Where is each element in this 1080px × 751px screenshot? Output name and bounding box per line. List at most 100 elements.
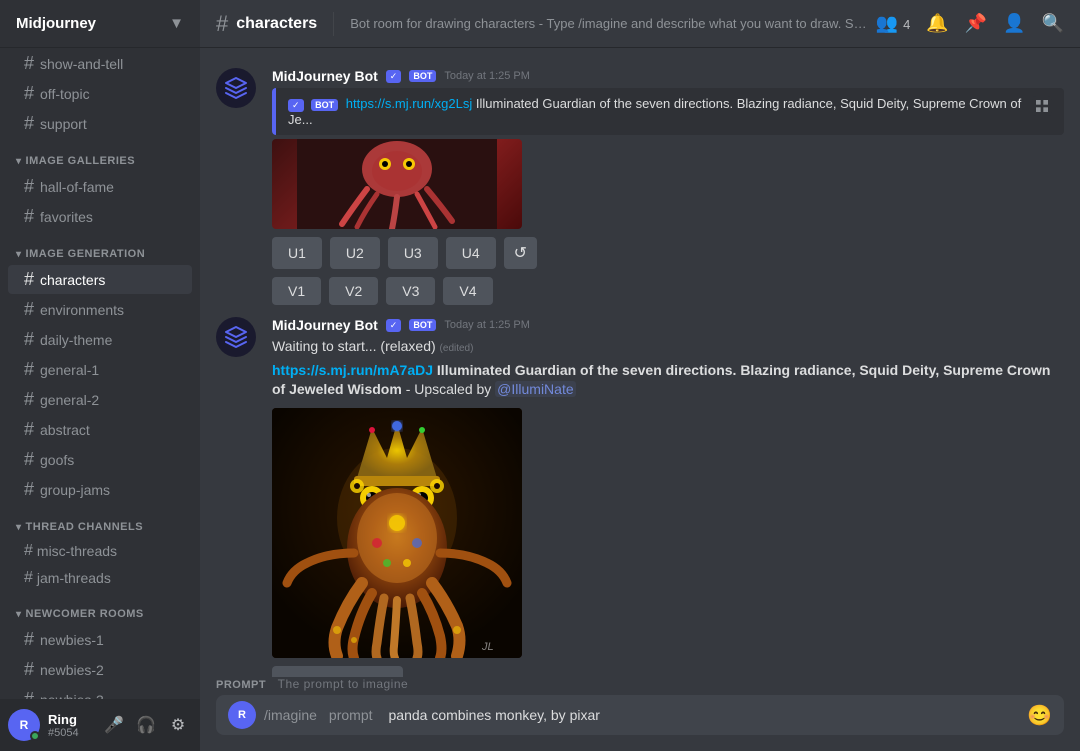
members-icon[interactable]: 👥 4 bbox=[876, 13, 911, 34]
prompt-field-label: prompt bbox=[329, 695, 373, 735]
sidebar-item-newbies-1[interactable]: # newbies-1 bbox=[8, 625, 192, 654]
upscale-mention: @IllumiNate bbox=[495, 381, 575, 397]
members-list-icon[interactable]: 👤 bbox=[1003, 13, 1025, 34]
channel-topic: Bot room for drawing characters - Type /… bbox=[350, 16, 867, 31]
user-area: R Ring #5054 🎤 🎧 ⚙ bbox=[0, 699, 200, 751]
bot-avatar-2 bbox=[216, 317, 256, 357]
sidebar-item-environments[interactable]: # environments bbox=[8, 295, 192, 324]
sidebar-item-off-topic[interactable]: # off-topic bbox=[8, 79, 192, 108]
channel-label: general-2 bbox=[40, 392, 99, 408]
search-icon[interactable]: 🔍 bbox=[1042, 13, 1064, 34]
sidebar-item-jam-threads[interactable]: # jam-threads bbox=[8, 565, 192, 591]
message-author-1[interactable]: MidJourney Bot bbox=[272, 68, 378, 84]
refresh-button[interactable]: ↺ bbox=[504, 237, 537, 269]
message-status-2: Waiting to start... (relaxed) (edited) bbox=[272, 337, 1064, 357]
bot-avatar-1 bbox=[216, 68, 256, 108]
settings-button[interactable]: ⚙ bbox=[164, 711, 192, 739]
channel-label: characters bbox=[40, 272, 105, 288]
server-chevron: ▼ bbox=[169, 15, 184, 32]
sidebar-item-group-jams[interactable]: # group-jams bbox=[8, 475, 192, 504]
section-thread-channels[interactable]: ▾ THREAD CHANNELS bbox=[0, 505, 200, 537]
message-input[interactable] bbox=[381, 695, 1020, 735]
sidebar-item-hall-of-fame[interactable]: # hall-of-fame bbox=[8, 172, 192, 201]
channel-label: favorites bbox=[40, 209, 93, 225]
channel-label: goofs bbox=[40, 452, 74, 468]
channel-header: # characters Bot room for drawing charac… bbox=[200, 0, 1080, 48]
message-content-1: MidJourney Bot ✓ BOT Today at 1:25 PM ✓ … bbox=[272, 68, 1064, 305]
message-input-area: prompt The prompt to imagine R /imagine … bbox=[200, 677, 1080, 751]
sidebar-item-general-2[interactable]: # general-2 bbox=[8, 385, 192, 414]
sidebar-item-support[interactable]: # support bbox=[8, 109, 192, 138]
sidebar-item-characters[interactable]: # characters bbox=[8, 265, 192, 294]
sidebar-item-newbies-3[interactable]: # newbies-3 bbox=[8, 685, 192, 699]
pin-icon[interactable]: 📌 bbox=[965, 13, 987, 34]
messages-container: MidJourney Bot ✓ BOT Today at 1:25 PM ✓ … bbox=[200, 48, 1080, 677]
sidebar-channels: # show-and-tell # off-topic # support ▾ … bbox=[0, 48, 200, 699]
sidebar-item-favorites[interactable]: # favorites bbox=[8, 202, 192, 231]
server-header[interactable]: Midjourney ▼ bbox=[0, 0, 200, 48]
u2-button[interactable]: U2 bbox=[330, 237, 380, 269]
upscaled-by: - Upscaled by bbox=[406, 381, 495, 397]
embed-url-1[interactable]: https://s.mj.run/xg2Lsj bbox=[346, 96, 472, 111]
v3-button[interactable]: V3 bbox=[386, 277, 435, 305]
hash-icon: # bbox=[24, 83, 34, 104]
section-image-generation[interactable]: ▾ IMAGE GENERATION bbox=[0, 232, 200, 264]
sidebar-item-misc-threads[interactable]: # misc-threads bbox=[8, 538, 192, 564]
chevron-icon: ▾ bbox=[16, 156, 22, 167]
hash-icon: # bbox=[24, 479, 34, 500]
sidebar-item-goofs[interactable]: # goofs bbox=[8, 445, 192, 474]
section-image-galleries[interactable]: ▾ IMAGE GALLERIES bbox=[0, 139, 200, 171]
timestamp-2: Today at 1:25 PM bbox=[444, 319, 530, 331]
sidebar-item-daily-theme[interactable]: # daily-theme bbox=[8, 325, 192, 354]
hash-icon: # bbox=[24, 176, 34, 197]
prompt-label: prompt The prompt to imagine bbox=[216, 677, 1064, 691]
hash-icon: # bbox=[24, 113, 34, 134]
channel-label: jam-threads bbox=[37, 570, 111, 586]
message-input-icons: 😊 bbox=[1027, 703, 1052, 728]
sidebar-item-abstract[interactable]: # abstract bbox=[8, 415, 192, 444]
main-image-2[interactable]: JL bbox=[272, 408, 522, 658]
channel-label: support bbox=[40, 116, 87, 132]
hash-icon: # bbox=[24, 53, 34, 74]
main-content: # characters Bot room for drawing charac… bbox=[200, 0, 1080, 751]
channel-label: newbies-2 bbox=[40, 662, 104, 678]
slash-command: /imagine bbox=[264, 695, 317, 735]
chevron-icon: ▾ bbox=[16, 522, 22, 533]
message-author-2[interactable]: MidJourney Bot bbox=[272, 317, 378, 333]
section-newcomer-rooms[interactable]: ▾ NEWCOMER ROOMS bbox=[0, 592, 200, 624]
embed-expand-icon-1[interactable] bbox=[1032, 96, 1052, 116]
image-buttons-v-1: V1 V2 V3 V4 bbox=[272, 277, 1064, 305]
section-label-text: IMAGE GALLERIES bbox=[26, 155, 136, 167]
avatar-letter: R bbox=[20, 718, 29, 732]
user-controls: 🎤 🎧 ⚙ bbox=[100, 711, 192, 739]
header-icons: 👥 4 🔔 📌 👤 🔍 bbox=[876, 13, 1064, 34]
u4-button[interactable]: U4 bbox=[446, 237, 496, 269]
message-group-1: MidJourney Bot ✓ BOT Today at 1:25 PM ✓ … bbox=[200, 64, 1080, 309]
message-url-2[interactable]: https://s.mj.run/mA7aDJ bbox=[272, 362, 433, 378]
image-buttons-u-1: U1 U2 U3 U4 ↺ bbox=[272, 237, 1064, 269]
u1-button[interactable]: U1 bbox=[272, 237, 322, 269]
hash-icon: # bbox=[24, 359, 34, 380]
hash-icon: # bbox=[24, 389, 34, 410]
deafen-button[interactable]: 🎧 bbox=[132, 711, 160, 739]
bot-badge-2: BOT bbox=[409, 319, 436, 331]
sidebar-item-general-1[interactable]: # general-1 bbox=[8, 355, 192, 384]
u3-button[interactable]: U3 bbox=[388, 237, 438, 269]
channel-label: off-topic bbox=[40, 86, 90, 102]
verified-badge-1: ✓ bbox=[386, 70, 402, 83]
notification-icon[interactable]: 🔔 bbox=[926, 13, 948, 34]
v1-button[interactable]: V1 bbox=[272, 277, 321, 305]
message-input-container: R /imagine prompt 😊 bbox=[216, 695, 1064, 735]
v4-button[interactable]: V4 bbox=[443, 277, 492, 305]
embed-text-1: ✓ BOT https://s.mj.run/xg2Lsj Illuminate… bbox=[288, 96, 1032, 127]
hash-icon: # bbox=[24, 659, 34, 680]
message-header-2: MidJourney Bot ✓ BOT Today at 1:25 PM bbox=[272, 317, 1064, 333]
verified-badge-2: ✓ bbox=[386, 319, 402, 332]
bot-badge-1: BOT bbox=[409, 70, 436, 82]
sidebar-item-show-and-tell[interactable]: # show-and-tell bbox=[8, 49, 192, 78]
emoji-button[interactable]: 😊 bbox=[1027, 703, 1052, 728]
v2-button[interactable]: V2 bbox=[329, 277, 378, 305]
make-variations-button[interactable]: Make Variations bbox=[272, 666, 403, 677]
mute-button[interactable]: 🎤 bbox=[100, 711, 128, 739]
sidebar-item-newbies-2[interactable]: # newbies-2 bbox=[8, 655, 192, 684]
